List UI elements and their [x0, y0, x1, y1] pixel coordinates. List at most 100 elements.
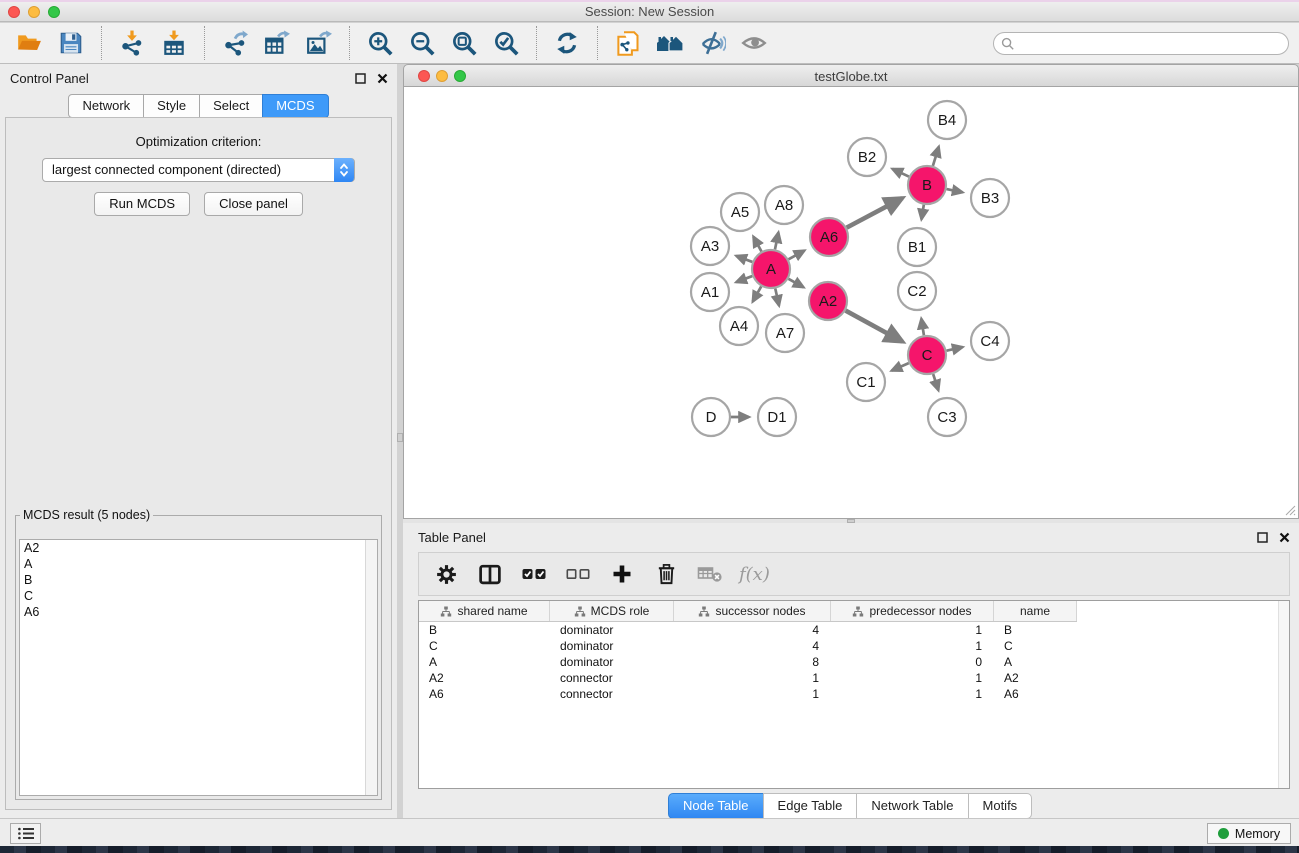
node-table[interactable]: shared nameMCDS role successor nodes prede…	[418, 600, 1290, 789]
edge-A-A8[interactable]	[775, 232, 778, 249]
main-toolbar	[0, 23, 1299, 64]
export-network-button[interactable]	[217, 25, 253, 61]
table-cell: 4	[674, 622, 831, 638]
table-scrollbar[interactable]	[1278, 601, 1289, 788]
import-network-button[interactable]	[114, 25, 150, 61]
table-row[interactable]: A6connector11A6	[419, 686, 1077, 702]
open-file-button[interactable]	[11, 25, 47, 61]
float-panel-icon[interactable]	[353, 71, 367, 85]
hide-visual-properties-button[interactable]	[694, 25, 730, 61]
tab-select[interactable]: Select	[199, 94, 263, 118]
float-table-panel-icon[interactable]	[1255, 530, 1269, 544]
edge-A-A5[interactable]	[753, 237, 761, 252]
network-window-title: testGlobe.txt	[404, 69, 1298, 84]
edge-C-C3[interactable]	[933, 374, 938, 390]
edge-A6-B[interactable]	[847, 198, 903, 228]
zoom-selected-button[interactable]	[488, 25, 524, 61]
network-graph[interactable]: AA1A2A3A4A5A6A7A8BB1B2B3B4CC1C2C3C4DD1	[404, 87, 1298, 517]
edge-B-B4[interactable]	[933, 147, 939, 166]
edge-A-A4[interactable]	[753, 286, 762, 301]
home-button[interactable]	[652, 25, 688, 61]
table-row[interactable]: Adominator80A	[419, 654, 1077, 670]
show-columns-button[interactable]	[475, 559, 505, 589]
column-header-MCDS-role[interactable]: MCDS role	[550, 601, 674, 621]
zoom-selected-icon	[493, 30, 520, 57]
network-view-window: testGlobe.txt AA1A2A3A4A5A6A7A8BB1B2B3B4…	[403, 64, 1299, 519]
desktop-wallpaper-strip	[0, 846, 1299, 853]
delete-button[interactable]	[651, 559, 681, 589]
show-visual-properties-button[interactable]	[736, 25, 772, 61]
zoom-out-button[interactable]	[404, 25, 440, 61]
select-all-button[interactable]	[519, 559, 549, 589]
zoom-in-button[interactable]	[362, 25, 398, 61]
search-icon	[1001, 37, 1015, 51]
function-builder-button[interactable]: f(x)	[739, 564, 770, 585]
settings-button[interactable]	[431, 559, 461, 589]
column-header-name[interactable]: name	[994, 601, 1077, 621]
close-panel-button[interactable]: Close panel	[204, 192, 303, 216]
mcds-result-item[interactable]: A6	[20, 604, 377, 620]
toolbar-separator	[597, 26, 598, 60]
edge-A-A2[interactable]	[788, 279, 803, 288]
duplicate-network-button[interactable]	[610, 25, 646, 61]
search-input[interactable]	[1018, 34, 1280, 53]
edge-C-C4[interactable]	[947, 347, 963, 351]
attribute-icon	[440, 606, 452, 617]
select-stepper-icon	[334, 158, 354, 182]
table-row[interactable]: Bdominator41B	[419, 622, 1077, 638]
delete-table-button[interactable]	[695, 559, 725, 589]
zoom-fit-button[interactable]	[446, 25, 482, 61]
tab-motifs[interactable]: Motifs	[968, 793, 1033, 819]
edge-C-C1[interactable]	[892, 363, 909, 371]
mcds-result-item[interactable]: C	[20, 588, 377, 604]
list-icon	[17, 826, 35, 841]
tab-network-table[interactable]: Network Table	[856, 793, 968, 819]
refresh-layout-button[interactable]	[549, 25, 585, 61]
table-row[interactable]: Cdominator41C	[419, 638, 1077, 654]
column-header-successor-nodes[interactable]: successor nodes	[674, 601, 831, 621]
mcds-result-item[interactable]: A2	[20, 540, 377, 556]
tab-style[interactable]: Style	[143, 94, 200, 118]
close-table-panel-icon[interactable]	[1277, 530, 1291, 544]
mcds-result-item[interactable]: A	[20, 556, 377, 572]
edge-A-A7[interactable]	[775, 289, 779, 306]
node-label-D: D	[706, 409, 717, 426]
task-history-button[interactable]	[10, 823, 41, 844]
export-table-button[interactable]	[259, 25, 295, 61]
network-canvas[interactable]: AA1A2A3A4A5A6A7A8BB1B2B3B4CC1C2C3C4DD1	[403, 87, 1299, 519]
edge-B-B2[interactable]	[892, 169, 909, 177]
status-bar: Memory	[0, 818, 1299, 846]
export-image-button[interactable]	[301, 25, 337, 61]
mcds-result-item[interactable]: B	[20, 572, 377, 588]
close-panel-icon[interactable]	[375, 71, 389, 85]
tab-network[interactable]: Network	[68, 94, 144, 118]
column-header-predecessor-nodes[interactable]: predecessor nodes	[831, 601, 994, 621]
node-label-A: A	[766, 261, 776, 278]
add-button[interactable]	[607, 559, 637, 589]
save-session-button[interactable]	[53, 25, 89, 61]
tab-node-table[interactable]: Node Table	[668, 793, 764, 819]
run-mcds-button[interactable]: Run MCDS	[94, 192, 190, 216]
optimization-criterion-select[interactable]: largest connected component (directed)	[42, 158, 355, 182]
memory-button[interactable]: Memory	[1207, 823, 1291, 844]
import-table-button[interactable]	[156, 25, 192, 61]
attribute-icon	[852, 606, 864, 617]
table-cell: 1	[674, 686, 831, 702]
edge-B-B3[interactable]	[947, 189, 963, 192]
tab-mcds[interactable]: MCDS	[262, 94, 328, 118]
edge-A-A1[interactable]	[736, 276, 752, 282]
tab-edge-table[interactable]: Edge Table	[763, 793, 858, 819]
edge-A2-C[interactable]	[846, 311, 903, 342]
edge-A-A6[interactable]	[789, 251, 805, 260]
resize-grip-icon[interactable]	[1284, 504, 1296, 516]
edge-A-A3[interactable]	[736, 256, 752, 262]
mcds-list-scrollbar[interactable]	[365, 540, 377, 795]
table-row[interactable]: A2connector11A2	[419, 670, 1077, 686]
column-header-label: successor nodes	[715, 604, 805, 618]
column-header-shared-name[interactable]: shared name	[419, 601, 550, 621]
table-cell: A2	[419, 670, 550, 686]
edge-C-C2[interactable]	[921, 319, 924, 336]
mcds-result-list[interactable]: A2ABCA6	[19, 539, 378, 796]
edge-B-B1[interactable]	[921, 205, 923, 220]
deselect-all-button[interactable]	[563, 559, 593, 589]
